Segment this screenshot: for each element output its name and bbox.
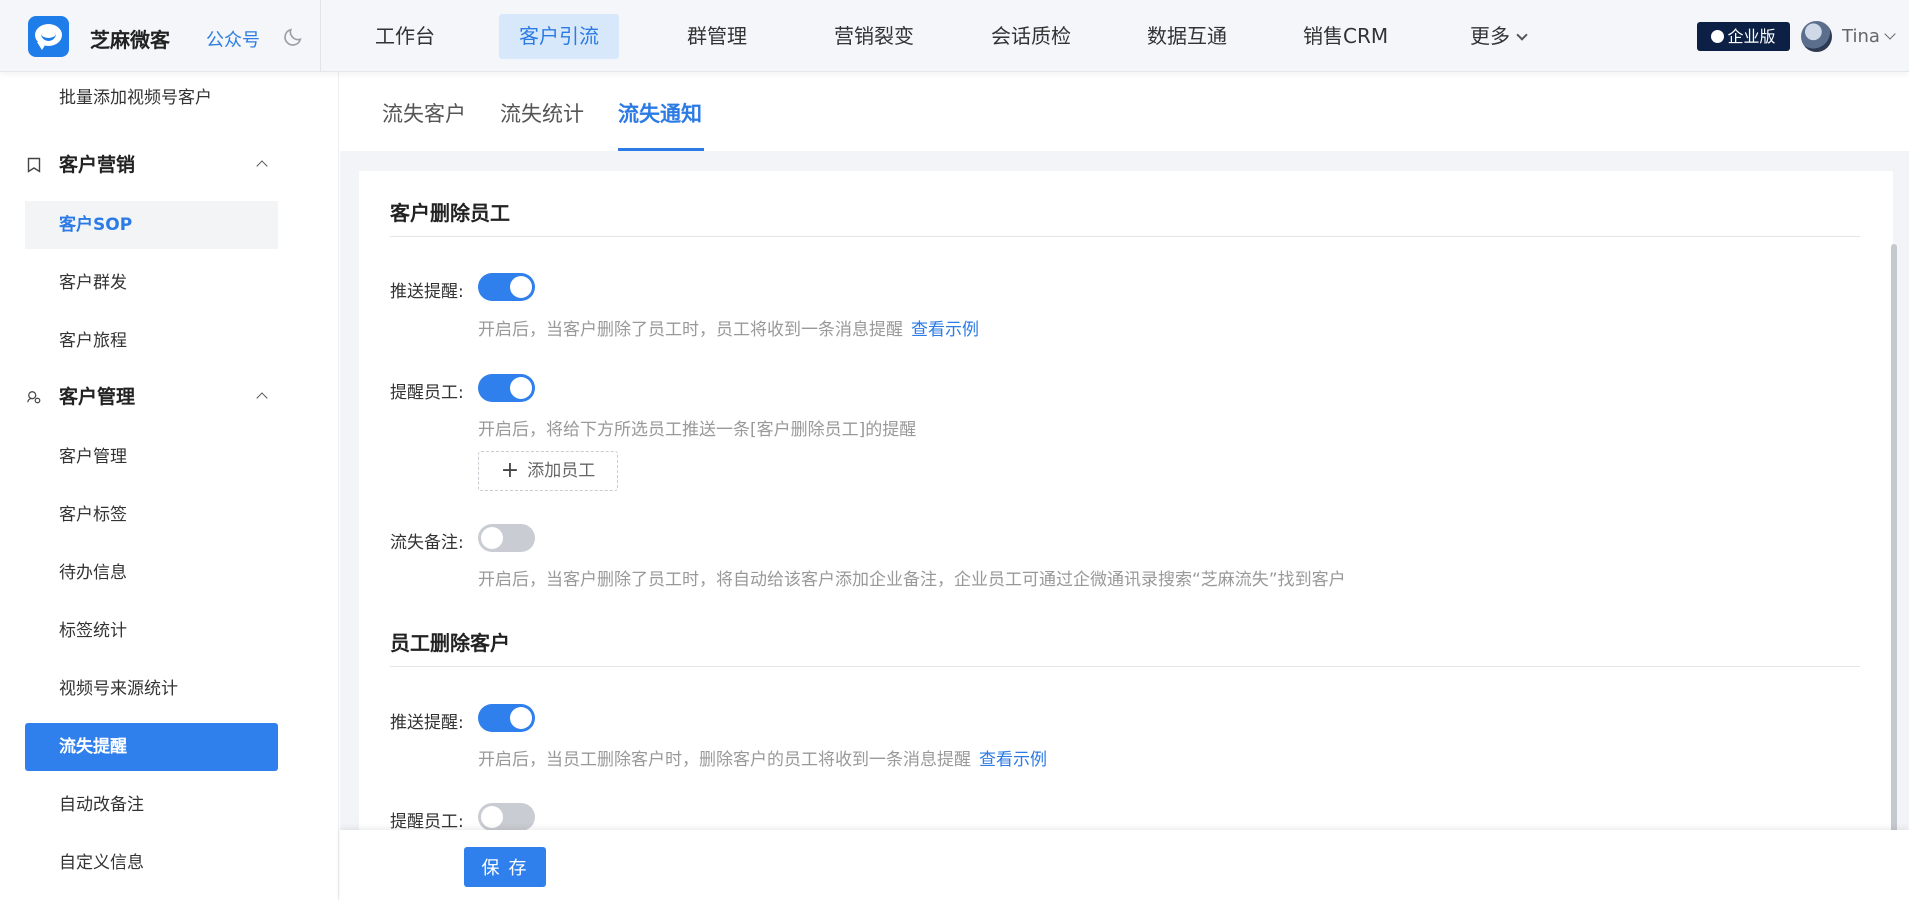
- gzh-link[interactable]: 公众号: [206, 26, 260, 52]
- top-navbar: 芝麻微客 公众号 工作台 客户引流 群管理 营销裂变 会话质检 数据互通 销售C…: [0, 0, 1909, 72]
- sidebar-item-churn-reminder[interactable]: 流失提醒: [25, 723, 278, 771]
- sidebar-item-auto-remark[interactable]: 自动改备注: [25, 781, 278, 829]
- remind-staff-hint: 开启后，将给下方所选员工推送一条[客户删除员工]的提醒: [478, 420, 917, 440]
- view-example-link[interactable]: 查看示例: [911, 320, 979, 340]
- nav-divider: [320, 0, 321, 72]
- sidebar-group-customer-management[interactable]: 客户管理: [25, 377, 278, 417]
- nav-more-label: 更多: [1470, 24, 1510, 48]
- chevron-up-icon: [256, 160, 268, 172]
- churn-remark-label: 流失备注:: [390, 533, 464, 553]
- bookmark-icon: [27, 157, 41, 173]
- push-reminder-hint-2: 开启后，当员工删除客户时，删除客户的员工将收到一条消息提醒 查看示例: [478, 745, 1047, 770]
- nav-data-sync[interactable]: 数据互通: [1127, 14, 1247, 59]
- nav-sales-crm[interactable]: 销售CRM: [1283, 14, 1408, 59]
- push-reminder-toggle-2[interactable]: [478, 704, 535, 732]
- nav-session-inspection[interactable]: 会话质检: [971, 14, 1091, 59]
- chevron-down-icon: [1516, 29, 1528, 41]
- push-reminder-toggle[interactable]: [478, 273, 535, 301]
- chevron-up-icon: [256, 392, 268, 404]
- sidebar-group-label: 客户营销: [59, 154, 136, 176]
- user-name[interactable]: Tina: [1842, 26, 1880, 47]
- save-button[interactable]: 保 存: [464, 847, 546, 887]
- sidebar-item-customer-management[interactable]: 客户管理: [25, 433, 278, 481]
- avatar[interactable]: [1801, 21, 1832, 52]
- tab-bar: 流失客户 流失统计 流失通知: [340, 72, 1909, 151]
- sidebar-item-todo-info[interactable]: 待办信息: [25, 549, 278, 597]
- nav-workbench[interactable]: 工作台: [355, 14, 455, 59]
- nav-group-management[interactable]: 群管理: [667, 14, 767, 59]
- sidebar-item-custom-info[interactable]: 自定义信息: [25, 839, 278, 887]
- remind-staff-label-2: 提醒员工:: [390, 812, 464, 832]
- view-example-link-2[interactable]: 查看示例: [979, 750, 1047, 770]
- push-reminder-hint-text-2: 开启后，当员工删除客户时，删除客户的员工将收到一条消息提醒: [478, 750, 971, 770]
- add-staff-label: 添加员工: [527, 461, 596, 481]
- section-divider: [390, 666, 1860, 667]
- section-title-staff-deletes-customer: 员工删除客户: [390, 631, 510, 655]
- settings-card: 客户删除员工 推送提醒: 开启后，当客户删除了员工时，员工将收到一条消息提醒 查看…: [359, 171, 1893, 900]
- sidebar: 批量添加视频号客户 客户营销 客户SOP 客户群发 客户旅程 客户管理 客户管理…: [0, 72, 339, 900]
- main-content: 流失客户 流失统计 流失通知 客户删除员工 推送提醒: 开启后，当客户删除了员工…: [340, 72, 1909, 900]
- app-name: 芝麻微客: [90, 28, 170, 52]
- app-logo-icon[interactable]: [28, 16, 69, 57]
- sidebar-item-customer-sop[interactable]: 客户SOP: [25, 201, 278, 249]
- dark-mode-moon-icon[interactable]: [282, 26, 304, 48]
- remind-staff-toggle[interactable]: [478, 374, 535, 402]
- sidebar-item-customer-broadcast[interactable]: 客户群发: [25, 259, 278, 307]
- remind-staff-label: 提醒员工:: [390, 383, 464, 403]
- sidebar-item-customer-journey[interactable]: 客户旅程: [25, 317, 278, 365]
- tab-churned-customers[interactable]: 流失客户: [382, 98, 466, 128]
- plus-icon: +: [500, 458, 520, 483]
- vertical-scrollbar[interactable]: [1891, 244, 1897, 870]
- enterprise-badge[interactable]: 企业版: [1697, 22, 1790, 51]
- add-staff-button[interactable]: + 添加员工: [478, 451, 618, 491]
- sidebar-group-customer-marketing[interactable]: 客户营销: [25, 145, 278, 185]
- enterprise-badge-label: 企业版: [1727, 27, 1776, 46]
- sidebar-item-video-source-statistics[interactable]: 视频号来源统计: [25, 665, 278, 713]
- remind-staff-toggle-2[interactable]: [478, 803, 535, 831]
- nav-marketing-fission[interactable]: 营销裂变: [814, 14, 934, 59]
- tab-churn-statistics[interactable]: 流失统计: [500, 98, 584, 128]
- enterprise-icon: [1711, 30, 1725, 43]
- nav-customer-acquisition[interactable]: 客户引流: [499, 14, 619, 59]
- push-reminder-label: 推送提醒:: [390, 282, 464, 302]
- footer-bar: 保 存: [340, 830, 1909, 900]
- section-divider: [390, 236, 1860, 237]
- push-reminder-hint-text: 开启后，当客户删除了员工时，员工将收到一条消息提醒: [478, 320, 903, 340]
- active-tab-indicator: [618, 148, 704, 151]
- tab-churn-notification[interactable]: 流失通知: [618, 98, 702, 128]
- sidebar-item-batch-add-video-customers[interactable]: 批量添加视频号客户: [25, 74, 278, 122]
- user-menu-chevron-icon[interactable]: [1884, 28, 1896, 40]
- sidebar-group-label: 客户管理: [59, 386, 136, 408]
- nav-more[interactable]: 更多: [1450, 14, 1546, 59]
- sidebar-item-customer-tags[interactable]: 客户标签: [25, 491, 278, 539]
- section-title-customer-deletes-staff: 客户删除员工: [390, 201, 510, 225]
- push-reminder-label-2: 推送提醒:: [390, 713, 464, 733]
- churn-remark-toggle[interactable]: [478, 524, 535, 552]
- sidebar-item-tag-statistics[interactable]: 标签统计: [25, 607, 278, 655]
- churn-remark-hint: 开启后，当客户删除了员工时，将自动给该客户添加企业备注，企业员工可通过企微通讯录…: [478, 570, 1346, 590]
- push-reminder-hint: 开启后，当客户删除了员工时，员工将收到一条消息提醒 查看示例: [478, 315, 979, 340]
- customer-management-icon: [27, 391, 41, 404]
